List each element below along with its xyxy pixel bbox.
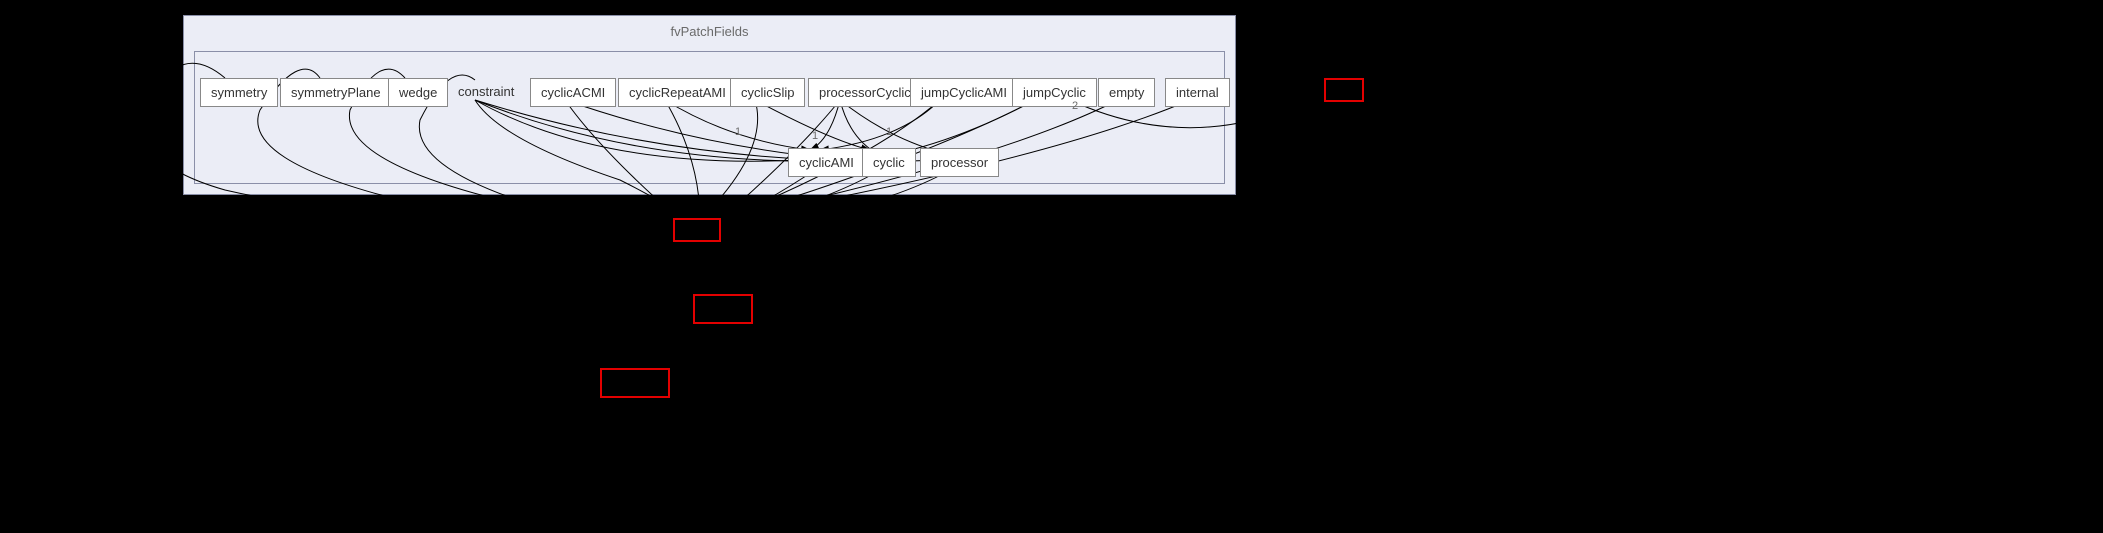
node-symmetry[interactable]: symmetry: [200, 78, 278, 107]
node-internal[interactable]: internal: [1165, 78, 1230, 107]
node-cyclic[interactable]: cyclic: [862, 148, 916, 177]
node-processor[interactable]: processor: [920, 148, 999, 177]
node-cyclicrepeatami[interactable]: cyclicRepeatAMI: [618, 78, 737, 107]
external-ref-4[interactable]: [600, 368, 670, 398]
external-ref-3[interactable]: [693, 294, 753, 324]
node-constraint[interactable]: constraint: [448, 78, 524, 105]
edge-label-2: 1: [812, 130, 818, 142]
container-title: fvPatchFields: [670, 24, 748, 39]
node-symmetryplane[interactable]: symmetryPlane: [280, 78, 392, 107]
node-wedge[interactable]: wedge: [388, 78, 448, 107]
inner-border: [194, 51, 1225, 184]
node-cyclicami[interactable]: cyclicAMI: [788, 148, 865, 177]
node-cyclicacmi[interactable]: cyclicACMI: [530, 78, 616, 107]
edge-label-1: 1: [735, 126, 741, 138]
node-jumpcyclicami[interactable]: jumpCyclicAMI: [910, 78, 1018, 107]
external-ref-1[interactable]: [1324, 78, 1364, 102]
node-jumpcyclic[interactable]: jumpCyclic: [1012, 78, 1097, 107]
node-empty[interactable]: empty: [1098, 78, 1155, 107]
edge-label-3: 1: [886, 126, 892, 138]
edge-label-4: 2: [1072, 100, 1078, 112]
node-processorcyclic[interactable]: processorCyclic: [808, 78, 922, 107]
node-cyclicslip[interactable]: cyclicSlip: [730, 78, 805, 107]
external-ref-2[interactable]: [673, 218, 721, 242]
